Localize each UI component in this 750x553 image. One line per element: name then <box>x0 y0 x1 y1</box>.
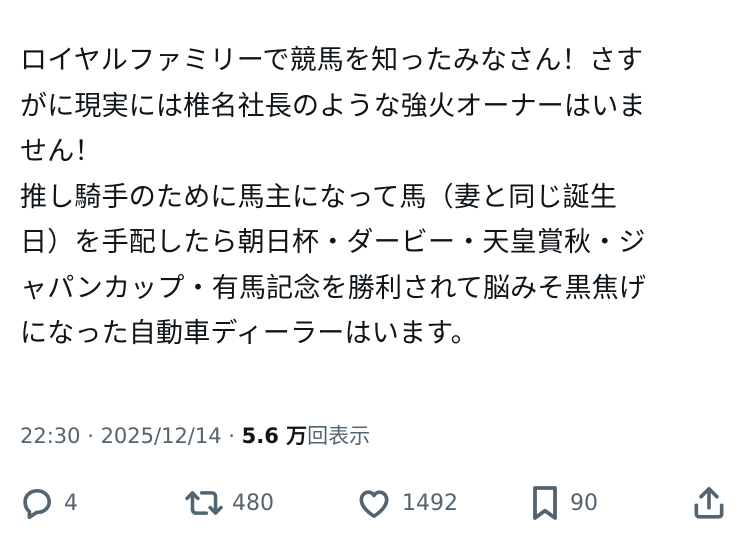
tweet-line: ロイヤルファミリーで競馬を知ったみなさん！さす <box>20 45 644 76</box>
tweet-line: になった自動車ディーラーはいます。 <box>20 318 478 349</box>
meta-separator: · <box>80 424 101 448</box>
tweet-line: せん！ <box>20 136 102 167</box>
reply-button[interactable]: 4 <box>18 480 78 526</box>
share-icon <box>690 483 728 523</box>
heart-icon <box>354 484 394 522</box>
bookmark-button[interactable]: 90 <box>528 480 598 526</box>
bookmark-count: 90 <box>570 490 598 516</box>
retweet-count: 480 <box>232 490 274 516</box>
meta-separator: · <box>221 424 242 448</box>
action-bar: 4 480 1492 90 <box>18 480 730 526</box>
retweet-button[interactable]: 480 <box>184 480 274 526</box>
tweet-line: 推し騎手のために馬主になって馬（妻と同じ誕生 <box>20 181 618 213</box>
reply-icon <box>18 484 56 522</box>
share-button[interactable] <box>690 480 728 526</box>
tweet-line: がに現実には椎名社長のような強火オーナーはいま <box>20 90 646 122</box>
views-label: 回表示 <box>307 424 371 448</box>
tweet-time[interactable]: 22:30 <box>20 424 81 448</box>
retweet-icon <box>184 484 224 522</box>
reply-count: 4 <box>64 490 78 516</box>
tweet-line: 日）を手配したら朝日杯・ダービー・天皇賞秋・ジ <box>20 227 646 258</box>
views-count: 5.6 万 <box>241 424 308 448</box>
like-button[interactable]: 1492 <box>354 480 458 526</box>
like-count: 1492 <box>402 490 458 516</box>
tweet-text: ロイヤルファミリーで競馬を知ったみなさん！さす がに現実には椎名社長のような強火… <box>20 38 732 357</box>
tweet-date[interactable]: 2025/12/14 <box>101 424 222 448</box>
tweet-meta: 22:30 · 2025/12/14 · 5.6 万回表示 <box>20 420 370 450</box>
tweet-line: ャパンカップ・有馬記念を勝利されて脳みそ黒焦げ <box>20 272 647 304</box>
bookmark-icon <box>528 483 562 523</box>
